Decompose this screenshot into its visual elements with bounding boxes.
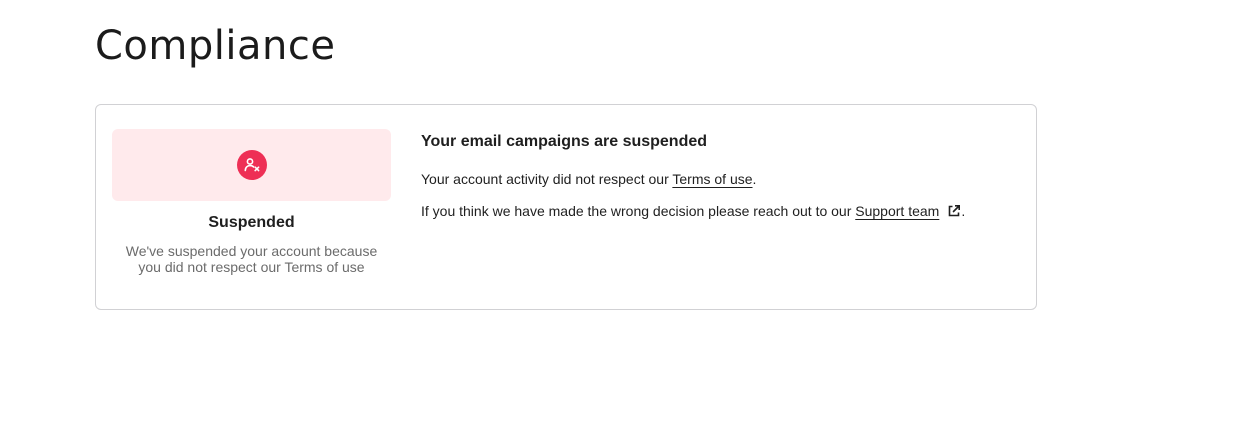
status-label: Suspended (208, 214, 295, 231)
page-title: Compliance (95, 23, 336, 69)
compliance-card: Suspended We've suspended your account b… (95, 104, 1037, 310)
status-description: We've suspended your account because you… (125, 243, 378, 275)
external-link-icon (947, 204, 961, 222)
suspension-content: Your email campaigns are suspended Your … (421, 132, 1021, 222)
terms-paragraph-suffix: . (752, 171, 757, 187)
page: Compliance Suspended We've suspended you… (0, 0, 1251, 443)
suspension-heading: Your email campaigns are suspended (421, 133, 708, 150)
support-team-link[interactable]: Support team (855, 203, 961, 219)
user-x-icon (236, 150, 267, 180)
status-banner (112, 129, 391, 201)
support-paragraph-text: If you think we have made the wrong deci… (421, 203, 856, 219)
support-paragraph-suffix: . (961, 203, 966, 219)
status-panel: Suspended We've suspended your account b… (112, 129, 391, 275)
support-team-label: Support team (855, 203, 940, 219)
terms-paragraph-text: Your account activity did not respect ou… (421, 171, 673, 187)
terms-of-use-link[interactable]: Terms of use (672, 171, 752, 187)
support-paragraph: If you think we have made the wrong deci… (421, 202, 1021, 222)
terms-paragraph: Your account activity did not respect ou… (421, 170, 1021, 188)
